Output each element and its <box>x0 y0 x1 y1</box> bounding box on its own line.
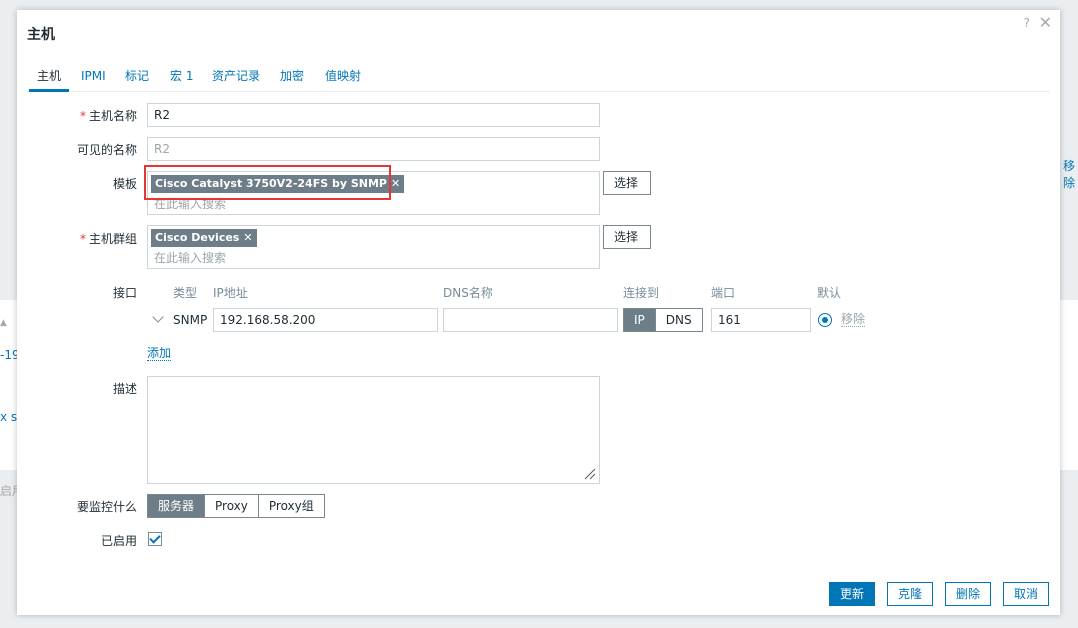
required-mark: * <box>79 232 86 246</box>
visible-name-label: 可见的名称 <box>76 143 137 157</box>
description-label: 描述 <box>112 382 137 396</box>
tab-value-mapping[interactable]: 值映射 <box>325 67 361 89</box>
iface-add-link[interactable]: 添加 <box>147 346 172 361</box>
iface-connect-toggle: IP DNS <box>623 308 703 332</box>
iface-header-default: 默认 <box>817 286 842 300</box>
background-sort-icon: ▲ <box>0 318 7 328</box>
tab-host[interactable]: 主机 <box>29 67 70 92</box>
iface-ip-input[interactable]: 192.168.58.200 <box>213 308 438 332</box>
monitored-by-toggle: 服务器 Proxy Proxy组 <box>147 494 325 518</box>
tab-ipmi[interactable]: IPMI <box>81 67 106 89</box>
enabled-label: 已启用 <box>100 534 137 548</box>
tab-macros[interactable]: 宏 1 <box>170 67 193 89</box>
cancel-button[interactable]: 取消 <box>1003 582 1050 606</box>
iface-header-type: 类型 <box>173 286 198 300</box>
iface-header-ip: IP地址 <box>213 286 248 300</box>
iface-header-dns: DNS名称 <box>443 286 493 300</box>
monitored-by-label: 要监控什么 <box>76 500 137 514</box>
host-name-label: * 主机名称 <box>27 107 137 124</box>
required-mark: * <box>79 109 86 123</box>
iface-remove-link[interactable]: 移除 <box>841 312 866 327</box>
interfaces-label: 接口 <box>112 286 137 300</box>
monitored-by-proxy-group[interactable]: Proxy组 <box>257 495 324 517</box>
iface-header-connect: 连接到 <box>623 286 660 300</box>
group-search-input[interactable]: 在此输入搜索 <box>154 249 226 266</box>
chevron-down-icon[interactable] <box>152 311 164 323</box>
host-name-input[interactable]: R2 <box>147 103 600 127</box>
update-button[interactable]: 更新 <box>829 582 876 606</box>
group-chip: Cisco Devices ✕ <box>151 229 257 247</box>
iface-default-radio[interactable] <box>818 313 832 327</box>
help-icon[interactable]: ? <box>1024 16 1030 30</box>
iface-port-input[interactable]: 161 <box>711 308 811 332</box>
background-remove-link: 移除 <box>1063 159 1076 190</box>
host-name-label-text: 主机名称 <box>88 109 137 123</box>
visible-name-input[interactable]: R2 <box>147 137 600 161</box>
clone-button[interactable]: 克隆 <box>887 582 934 606</box>
highlight-box <box>144 165 391 200</box>
tab-inventory[interactable]: 资产记录 <box>212 67 260 89</box>
description-textarea[interactable] <box>147 376 600 484</box>
monitored-by-server[interactable]: 服务器 <box>148 495 205 517</box>
tab-encryption[interactable]: 加密 <box>280 67 304 89</box>
background-row-text-2: x s <box>0 410 18 424</box>
resize-handle-icon[interactable] <box>584 468 596 480</box>
groups-select-button[interactable]: 选择 <box>603 225 651 249</box>
templates-label: 模板 <box>112 177 137 191</box>
group-chip-remove-icon[interactable]: ✕ <box>243 231 252 244</box>
host-groups-label: * 主机群组 <box>27 230 137 247</box>
connect-ip-button[interactable]: IP <box>624 309 655 331</box>
close-icon[interactable]: ✕ <box>1039 13 1052 32</box>
enabled-checkbox[interactable] <box>148 532 162 546</box>
iface-type: SNMP <box>173 313 208 327</box>
host-groups-multiselect[interactable]: Cisco Devices ✕ 在此输入搜索 <box>147 225 600 269</box>
template-chip-remove-icon[interactable]: ✕ <box>391 177 400 190</box>
delete-button[interactable]: 删除 <box>945 582 992 606</box>
iface-header-port: 端口 <box>711 286 736 300</box>
host-dialog: 主机 ? ✕ 主机 IPMI 标记 宏 1 资产记录 加密 值映射 * 主机名称 … <box>17 10 1060 615</box>
host-groups-label-text: 主机群组 <box>88 232 137 246</box>
dialog-title: 主机 <box>27 27 55 43</box>
tab-tags[interactable]: 标记 <box>125 67 149 89</box>
monitored-by-proxy[interactable]: Proxy <box>204 495 258 517</box>
iface-dns-input[interactable] <box>443 308 618 332</box>
templates-select-button[interactable]: 选择 <box>603 171 651 195</box>
tab-bar: 主机 IPMI 标记 宏 1 资产记录 加密 值映射 <box>27 67 1050 92</box>
group-chip-label: Cisco Devices <box>155 231 240 244</box>
connect-dns-button[interactable]: DNS <box>654 309 702 331</box>
